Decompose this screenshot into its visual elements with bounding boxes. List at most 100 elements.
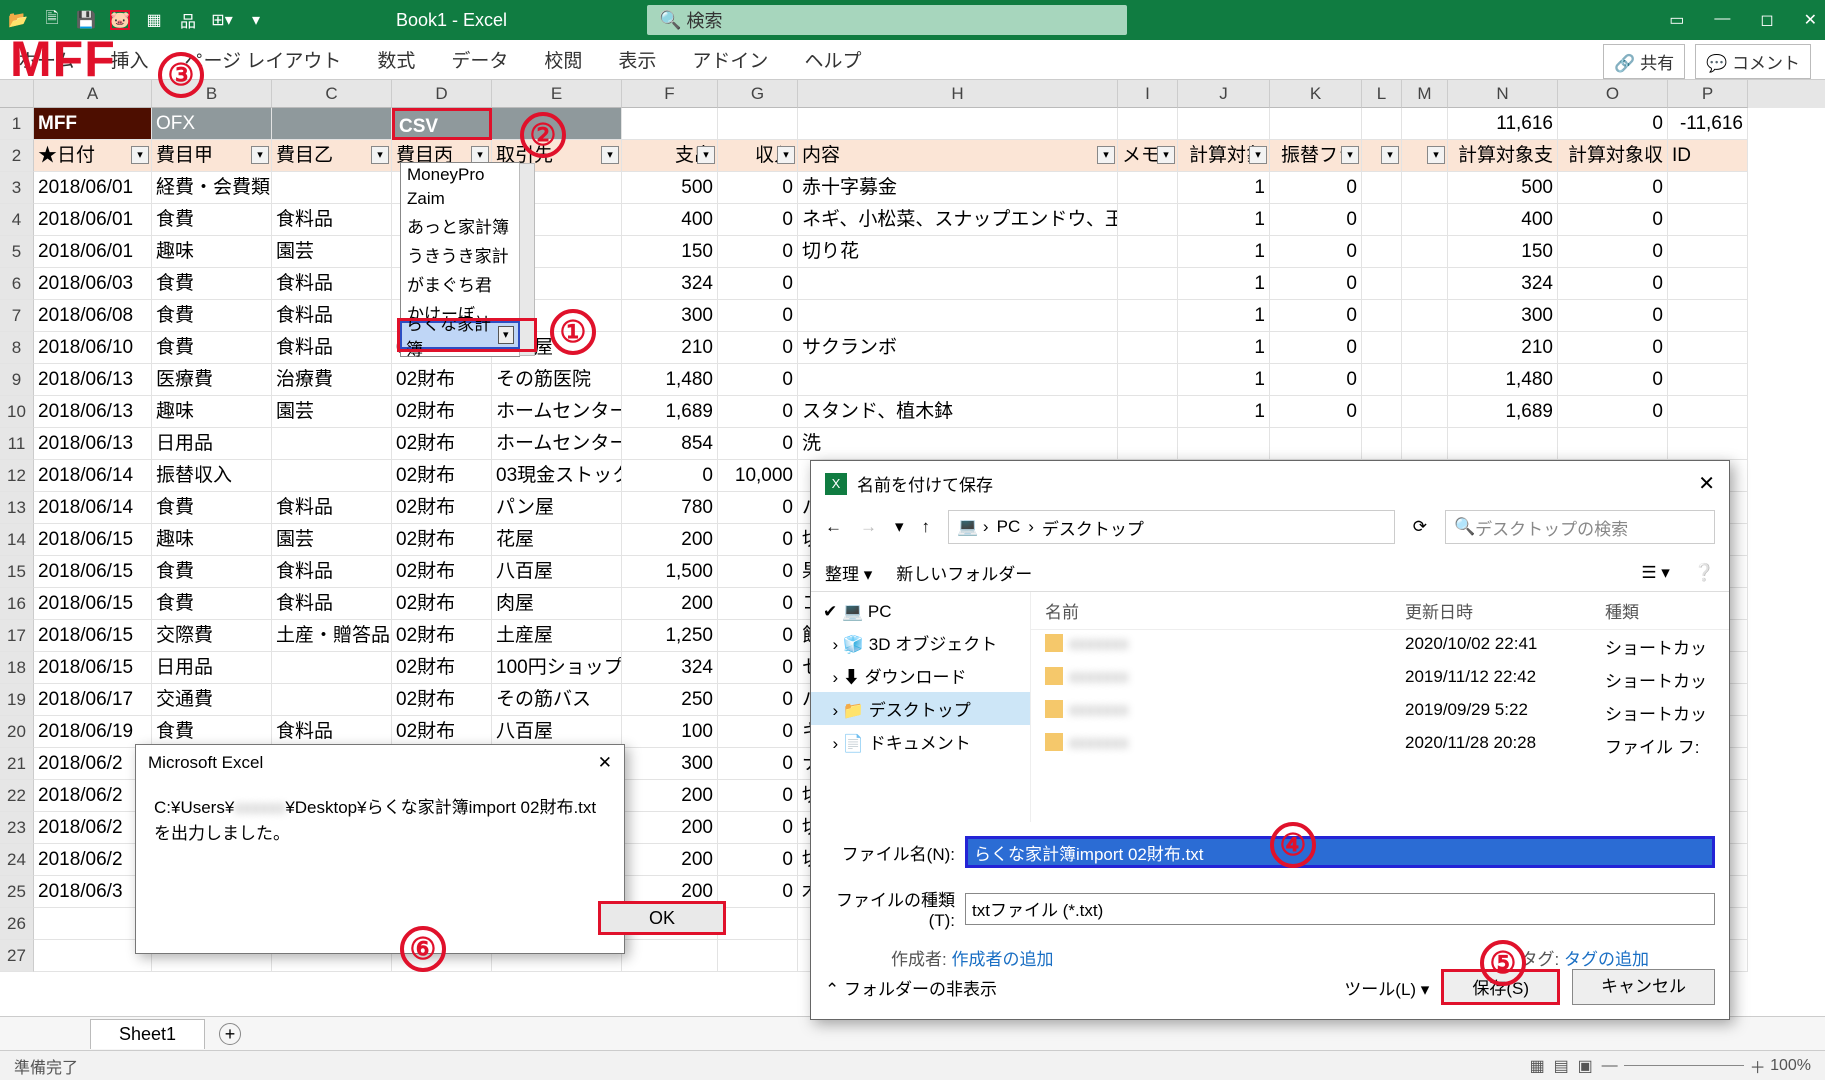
- maximize-icon[interactable]: ◻: [1760, 10, 1773, 30]
- filter-icon[interactable]: ▾: [131, 146, 149, 164]
- more-icon[interactable]: ▾: [246, 10, 266, 30]
- history-icon[interactable]: ▾: [895, 517, 904, 537]
- callout-6: ⑥: [400, 926, 446, 972]
- close-icon[interactable]: ✕: [1804, 10, 1817, 30]
- ok-button[interactable]: OK: [598, 901, 726, 935]
- up-icon[interactable]: ↑: [922, 517, 931, 537]
- open-icon[interactable]: 📂: [8, 10, 28, 30]
- table-row[interactable]: 42018/06/01食費食料品百屋4000ネギ、小松菜、スナップエンドウ、玉ね…: [0, 204, 1825, 236]
- view-break-icon[interactable]: ▣: [1578, 1056, 1593, 1076]
- dropdown-item[interactable]: がまぐち君: [401, 269, 519, 298]
- new-icon[interactable]: 🗎: [42, 10, 62, 30]
- refresh-icon[interactable]: ⟳: [1413, 517, 1427, 537]
- row-2-headers[interactable]: 2 ★日付▾ 費目甲▾ 費目乙▾ 費目丙▾ 取引先▾ 支出▾ 収入▾ 内容▾ メ…: [0, 140, 1825, 172]
- filename-input[interactable]: らくな家計簿import 02財布.txt: [965, 836, 1715, 868]
- table-row[interactable]: 62018/06/03食費食料品百屋3240103240: [0, 268, 1825, 300]
- dialog-search[interactable]: 🔍 デスクトップの検索: [1445, 510, 1715, 544]
- row-1[interactable]: 1 MFFOFXCSV11,6160-11,616: [0, 108, 1825, 140]
- ribbon-tab[interactable]: アドイン: [692, 46, 768, 73]
- status-text: 準備完了: [14, 1054, 78, 1078]
- ribbon-tab[interactable]: 挿入: [110, 46, 148, 73]
- org-icon[interactable]: 品: [178, 10, 198, 30]
- dialog-title: 名前を付けて保存: [857, 471, 993, 496]
- view-icon[interactable]: ☰ ▾: [1641, 563, 1670, 583]
- back-icon[interactable]: ←: [825, 517, 842, 537]
- file-list[interactable]: 名前更新日時種類 xxxxxxx2020/10/02 22:41ショートカッ x…: [1031, 592, 1729, 822]
- close-icon[interactable]: ✕: [598, 753, 612, 773]
- table-row[interactable]: 112018/06/13日用品02財布ホームセンター8540洗: [0, 428, 1825, 460]
- msgbox-title: Microsoft Excel: [148, 753, 263, 773]
- filter-icon[interactable]: ▾: [1427, 146, 1445, 164]
- dropdown-item[interactable]: あっと家計簿: [401, 211, 519, 240]
- column-headers[interactable]: ABCDEFGHIJKLMNOP: [0, 80, 1825, 108]
- chevron-down-icon[interactable]: ▾: [498, 326, 514, 344]
- table-row[interactable]: 82018/06/10食費食料品02財布八百屋2100サクランボ102100: [0, 332, 1825, 364]
- author-link[interactable]: 作成者の追加: [951, 950, 1053, 969]
- mff-overlay: MFF: [10, 30, 116, 88]
- ribbon-tab[interactable]: ページ レイアウト: [184, 46, 341, 73]
- save-icon[interactable]: 💾: [76, 10, 96, 30]
- calc-icon[interactable]: ▦: [144, 10, 164, 30]
- zoom-level[interactable]: 100%: [1770, 1057, 1811, 1075]
- filter-icon[interactable]: ▾: [1341, 146, 1359, 164]
- folder-tree[interactable]: ✔ 💻 PC › 🧊 3D オブジェクト › ⬇ ダウンロード › 📁 デスクト…: [811, 592, 1031, 822]
- zoom-out-icon[interactable]: —: [1602, 1057, 1618, 1075]
- ribbon-tab[interactable]: 校閲: [544, 46, 582, 73]
- close-icon[interactable]: ✕: [1698, 471, 1715, 496]
- filter-icon[interactable]: ▾: [777, 146, 795, 164]
- filter-icon[interactable]: ▾: [1157, 146, 1175, 164]
- ribbon-tab[interactable]: 表示: [618, 46, 656, 73]
- search-box[interactable]: 🔍 検索: [647, 5, 1127, 35]
- dropdown-item[interactable]: うきうき家計: [401, 240, 519, 269]
- scrollbar[interactable]: [519, 163, 535, 356]
- filter-icon[interactable]: ▾: [697, 146, 715, 164]
- tab-icon[interactable]: ⊞▾: [212, 10, 232, 30]
- dropdown-item[interactable]: MoneyPro: [401, 163, 519, 187]
- organize-button[interactable]: 整理 ▾: [825, 560, 872, 585]
- ribbon-tab[interactable]: データ: [451, 46, 508, 73]
- quick-access: 📂 🗎 💾 🐷 ▦ 品 ⊞▾ ▾: [8, 10, 266, 30]
- status-bar: 準備完了 ▦ ▤ ▣ — ＋ 100%: [0, 1050, 1825, 1080]
- share-button[interactable]: 🔗 共有: [1603, 44, 1685, 79]
- save-as-dialog: X名前を付けて保存✕ ← → ▾ ↑ 💻 › PC › デスクトップ ⟳ 🔍 デ…: [810, 460, 1730, 1020]
- table-row[interactable]: 72018/06/08食費食料品3000103000: [0, 300, 1825, 332]
- cancel-button[interactable]: キャンセル: [1572, 969, 1715, 1005]
- folder-hide[interactable]: ⌃ フォルダーの非表示: [825, 975, 997, 1000]
- add-sheet-button[interactable]: +: [219, 1023, 241, 1045]
- table-row[interactable]: 102018/06/13趣味園芸02財布ホームセンター1,6890スタンド、植木…: [0, 396, 1825, 428]
- filter-icon[interactable]: ▾: [1381, 146, 1399, 164]
- filter-icon[interactable]: ▾: [251, 146, 269, 164]
- filter-icon[interactable]: ▾: [601, 146, 619, 164]
- ribbon-tab[interactable]: ヘルプ: [804, 46, 861, 73]
- table-row[interactable]: 92018/06/13医療費治療費02財布その筋医院1,4800101,4800: [0, 364, 1825, 396]
- filter-icon[interactable]: ▾: [371, 146, 389, 164]
- callout-3: ③: [158, 52, 204, 98]
- filetype-select[interactable]: txtファイル (*.txt): [965, 893, 1715, 925]
- view-normal-icon[interactable]: ▦: [1530, 1056, 1545, 1076]
- table-row[interactable]: 52018/06/01趣味園芸屋1500切り花101500: [0, 236, 1825, 268]
- filter-icon[interactable]: ▾: [1249, 146, 1267, 164]
- minimize-icon[interactable]: —: [1714, 10, 1730, 30]
- table-row[interactable]: 32018/06/01経費・会費類5000赤十字募金105000: [0, 172, 1825, 204]
- zoom-in-icon[interactable]: ＋: [1750, 1054, 1766, 1078]
- selected-csv-cell[interactable]: らくな家計簿▾: [400, 321, 520, 349]
- tools-button[interactable]: ツール(L) ▾: [1344, 975, 1429, 1000]
- view-page-icon[interactable]: ▤: [1554, 1056, 1569, 1076]
- filter-icon[interactable]: ▾: [1097, 146, 1115, 164]
- piggy-icon[interactable]: 🐷: [110, 10, 130, 30]
- ribbon-display-icon[interactable]: ▭: [1669, 10, 1684, 30]
- window-title: Book1 - Excel: [396, 10, 507, 31]
- newfolder-button[interactable]: 新しいフォルダー: [896, 560, 1032, 585]
- comment-button[interactable]: 💬 コメント: [1695, 44, 1811, 79]
- ribbon-tabs: ホーム 挿入 ページ レイアウト 数式 データ 校閲 表示 アドイン ヘルプ 🔗…: [0, 40, 1825, 80]
- message-box: Microsoft Excel✕ C:¥Users¥xxxxxx¥Desktop…: [135, 744, 625, 954]
- breadcrumb[interactable]: 💻 › PC › デスクトップ: [948, 510, 1395, 544]
- sheet-tabs: Sheet1 +: [0, 1016, 1825, 1050]
- help-icon[interactable]: ❔: [1694, 563, 1715, 583]
- forward-icon[interactable]: →: [860, 517, 877, 537]
- ribbon-tab[interactable]: 数式: [377, 46, 415, 73]
- tag-link[interactable]: タグの追加: [1564, 950, 1649, 969]
- sheet-tab[interactable]: Sheet1: [90, 1019, 205, 1049]
- callout-1: ①: [550, 309, 596, 355]
- dropdown-item[interactable]: Zaim: [401, 187, 519, 211]
